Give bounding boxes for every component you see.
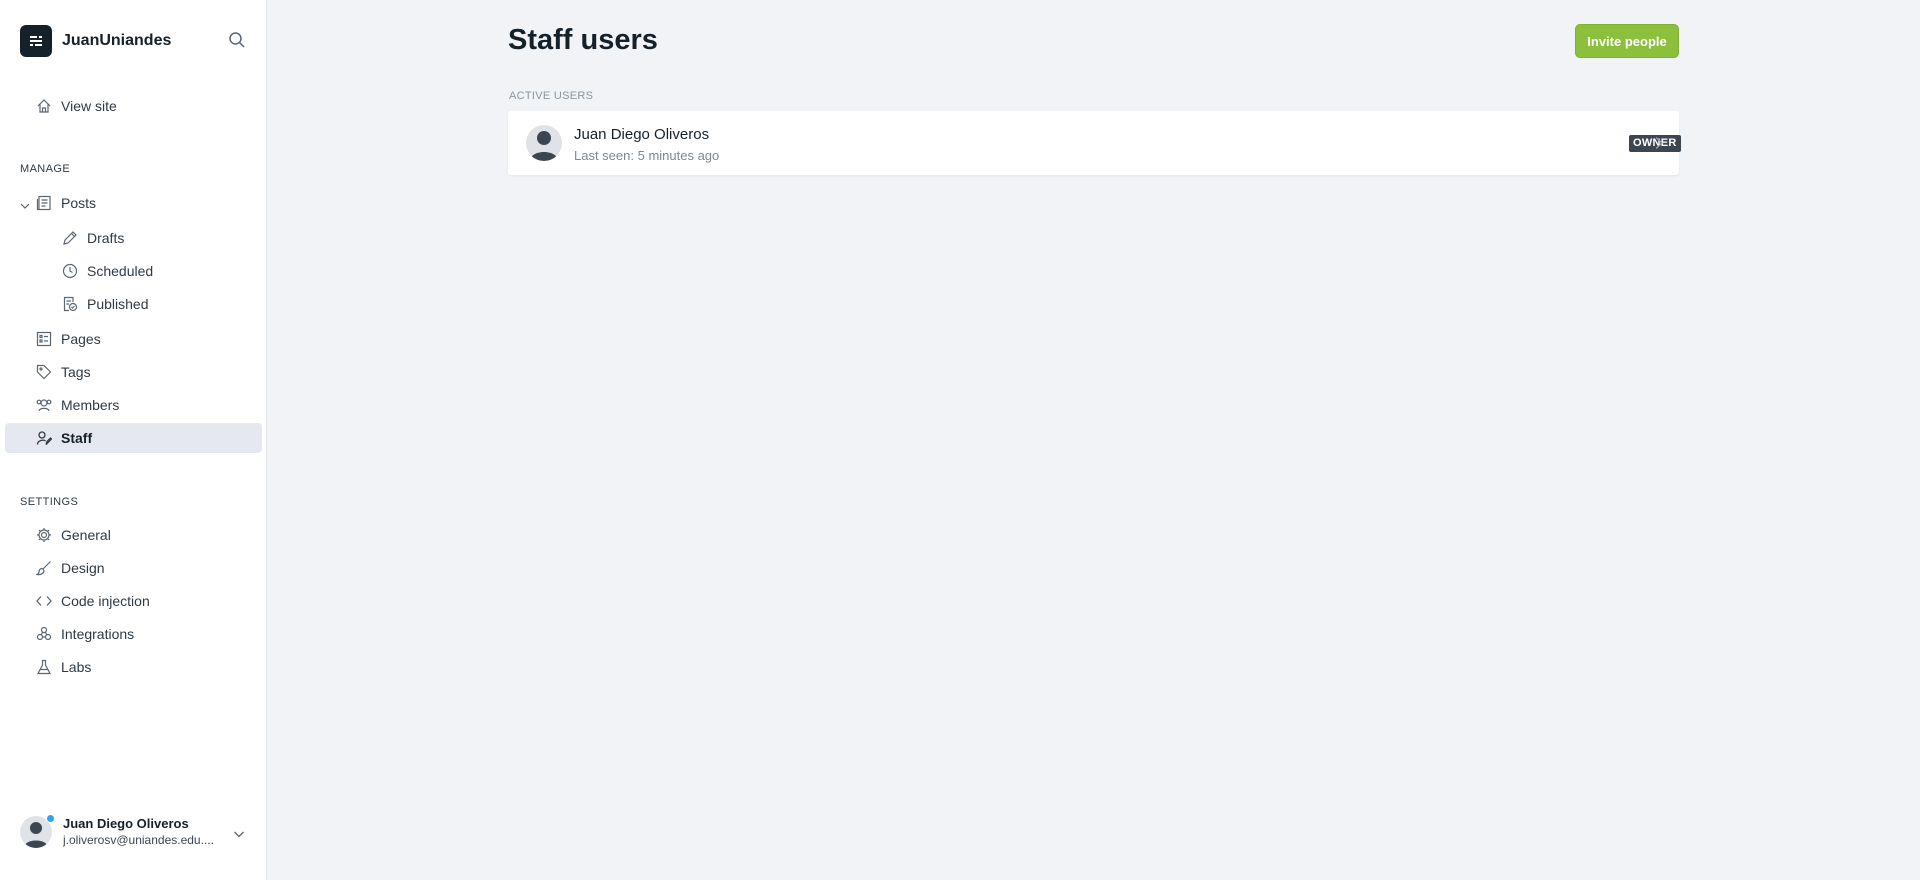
nav-code-injection[interactable]: Code injection	[5, 586, 262, 616]
staff-user-name: Juan Diego Oliveros	[574, 126, 710, 143]
staff-user-last-seen: Last seen: 5 minutes ago	[574, 148, 720, 163]
members-icon	[36, 397, 52, 413]
nav-posts[interactable]: Posts	[5, 188, 262, 218]
posts-icon	[36, 195, 52, 211]
nav-pages-label: Pages	[61, 331, 101, 347]
nav-members-label: Members	[61, 397, 120, 413]
nav-published-label: Published	[87, 296, 149, 312]
nav-view-site-label: View site	[61, 98, 117, 114]
integrations-icon	[36, 626, 52, 642]
staff-icon	[36, 430, 53, 446]
brand-logo-icon	[20, 25, 52, 57]
nav-published[interactable]: Published	[5, 289, 262, 319]
nav-members[interactable]: Members	[5, 390, 262, 420]
nav-design-label: Design	[61, 560, 105, 576]
nav-drafts[interactable]: Drafts	[5, 223, 262, 253]
brand-name: JuanUniandes	[62, 32, 172, 49]
page-title: Staff users	[508, 24, 658, 56]
pencil-icon	[62, 230, 78, 246]
nav-tags[interactable]: Tags	[5, 357, 262, 387]
brush-icon	[35, 560, 52, 576]
clock-icon	[62, 263, 78, 279]
chevron-down-icon[interactable]	[20, 198, 30, 209]
sidebar: JuanUniandes View site MANAGE Posts Draf…	[0, 0, 267, 880]
nav-scheduled[interactable]: Scheduled	[5, 256, 262, 286]
published-icon	[62, 296, 78, 312]
nav-design[interactable]: Design	[5, 553, 262, 583]
tag-icon	[36, 364, 52, 380]
settings-heading: SETTINGS	[20, 496, 79, 508]
invite-people-button[interactable]: Invite people	[1575, 24, 1679, 58]
chevron-down-icon[interactable]	[233, 827, 245, 839]
nav-scheduled-label: Scheduled	[87, 263, 154, 279]
nav-view-site[interactable]: View site	[5, 91, 262, 121]
main-content: Staff users Invite people ACTIVE USERS J…	[267, 0, 1920, 880]
avatar	[526, 125, 562, 161]
nav-posts-label: Posts	[61, 195, 97, 211]
staff-user-row[interactable]: Juan Diego Oliveros Last seen: 5 minutes…	[508, 111, 1681, 175]
nav-drafts-label: Drafts	[87, 230, 125, 246]
active-users-heading: ACTIVE USERS	[509, 90, 594, 102]
pages-icon	[36, 331, 52, 347]
nav-general-label: General	[61, 527, 111, 543]
nav-integrations-label: Integrations	[61, 626, 135, 642]
nav-general[interactable]: General	[5, 520, 262, 550]
nav-staff[interactable]: Staff	[5, 423, 262, 453]
chevron-right-icon[interactable]	[1653, 136, 1665, 150]
nav-labs[interactable]: Labs	[5, 652, 262, 682]
account-email: j.oliverosv@uniandes.edu....	[63, 833, 214, 847]
account-menu[interactable]: Juan Diego Oliveros j.oliverosv@uniandes…	[20, 814, 255, 850]
brand[interactable]: JuanUniandes	[20, 25, 171, 57]
notification-dot	[46, 814, 55, 823]
manage-heading: MANAGE	[20, 163, 71, 175]
nav-code-injection-label: Code injection	[61, 593, 150, 609]
search-icon[interactable]	[228, 31, 248, 51]
nav-integrations[interactable]: Integrations	[5, 619, 262, 649]
app: JuanUniandes View site MANAGE Posts Draf…	[0, 0, 1920, 880]
code-icon	[36, 593, 52, 609]
nav-pages[interactable]: Pages	[5, 324, 262, 354]
gear-icon	[36, 527, 52, 543]
nav-tags-label: Tags	[61, 364, 91, 380]
nav-staff-label: Staff	[61, 430, 93, 446]
nav-labs-label: Labs	[61, 659, 92, 675]
home-icon	[36, 98, 52, 114]
flask-icon	[36, 659, 52, 675]
account-name: Juan Diego Oliveros	[63, 816, 189, 831]
